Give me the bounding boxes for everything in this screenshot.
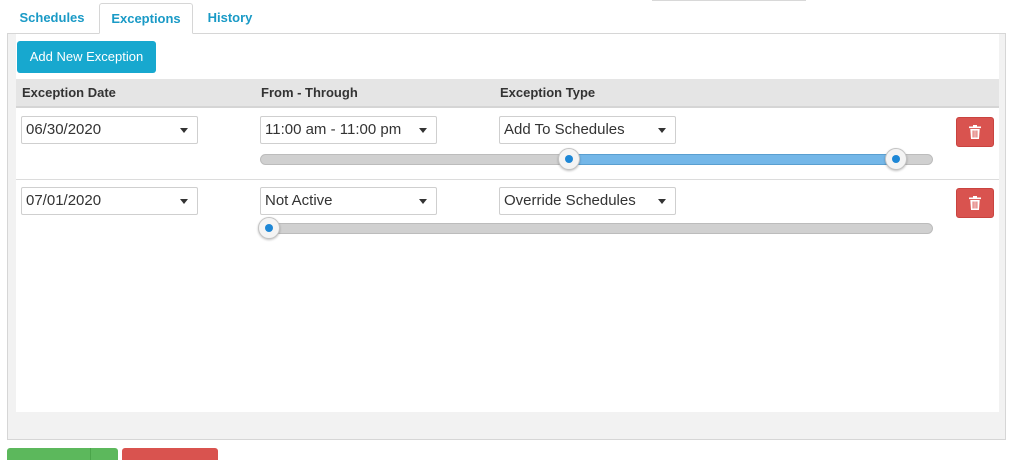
add-new-exception-button[interactable]: Add New Exception [17,41,156,73]
trash-icon [969,196,981,210]
exception-date-value: 07/01/2020 [26,192,102,209]
table-row: 06/30/2020 11:00 am - 11:00 pm Add To Sc… [16,109,999,180]
slider-start-handle[interactable] [557,148,580,170]
exception-type-value: Override Schedules [504,192,636,209]
exception-type-value: Add To Schedules [504,121,625,138]
slider-end-handle[interactable] [885,148,908,170]
exceptions-panel: Add New Exception Exception Date From - … [7,33,1006,440]
time-range-select[interactable]: Not Active [260,187,437,215]
tab-exceptions[interactable]: Exceptions [99,3,193,34]
exception-date-select[interactable]: 06/30/2020 [21,116,198,144]
exception-type-select[interactable]: Add To Schedules [499,116,676,144]
caret-down-icon [180,128,188,133]
exception-date-value: 06/30/2020 [26,121,102,138]
slider-selected-range [568,154,897,165]
cancel-button[interactable] [122,448,218,460]
time-range-value: 11:00 am - 11:00 pm [265,121,402,138]
exception-date-select[interactable]: 07/01/2020 [21,187,198,215]
caret-down-icon [180,199,188,204]
header-exception-type: Exception Type [500,85,596,100]
caret-down-icon [658,128,666,133]
tab-schedules[interactable]: Schedules [8,3,96,32]
caret-down-icon [658,199,666,204]
time-range-slider[interactable] [258,217,933,239]
exceptions-content: Add New Exception Exception Date From - … [16,34,999,412]
tab-history[interactable]: History [196,3,264,32]
exception-type-select[interactable]: Override Schedules [499,187,676,215]
time-range-select[interactable]: 11:00 am - 11:00 pm [260,116,437,144]
slider-start-handle[interactable] [258,217,280,239]
delete-exception-button[interactable] [956,188,994,218]
table-row: 07/01/2020 Not Active Override Schedules [16,180,999,250]
delete-exception-button[interactable] [956,117,994,147]
caret-down-icon [419,128,427,133]
header-from-through: From - Through [261,85,358,100]
caret-down-icon [419,199,427,204]
time-range-slider[interactable] [260,148,933,170]
table-header: Exception Date From - Through Exception … [16,79,999,108]
save-button[interactable] [7,448,118,460]
header-exception-date: Exception Date [22,85,116,100]
tab-bar: Schedules Exceptions History [8,3,1018,34]
time-range-value: Not Active [265,192,333,209]
trash-icon [969,125,981,139]
top-divider [652,0,806,1]
button-split-divider [90,448,91,460]
